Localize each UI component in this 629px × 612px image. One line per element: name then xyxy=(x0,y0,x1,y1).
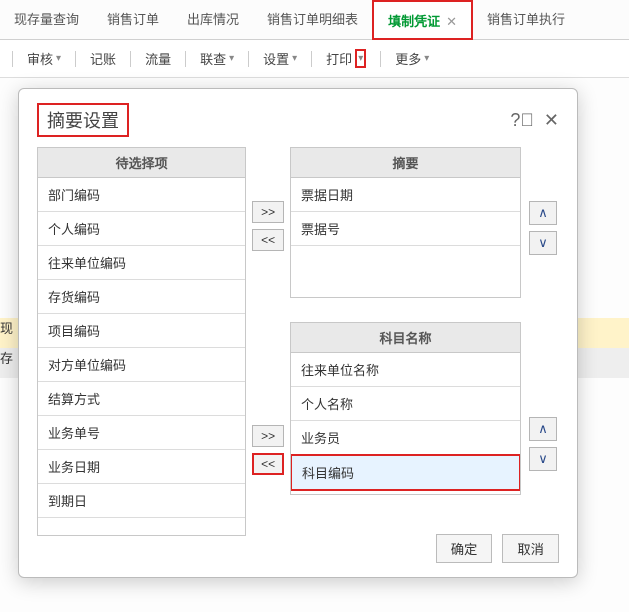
divider xyxy=(75,51,76,67)
candidates-column: 待选择项 部门编码 个人编码 往来单位编码 存货编码 项目编码 对方单位编码 结… xyxy=(37,147,246,536)
tool-link[interactable]: 联查▾ xyxy=(190,40,244,77)
tab-voucher[interactable]: 填制凭证✕ xyxy=(372,0,473,40)
list-item[interactable]: 到期日 xyxy=(38,484,245,518)
move-up-button[interactable]: ∧ xyxy=(529,201,557,225)
reorder-buttons: ∧ ∨ ∧ ∨ xyxy=(529,147,559,495)
summary-settings-dialog: 摘要设置 ?⃝ ✕ 待选择项 部门编码 个人编码 往来单位编码 存货编码 项目编… xyxy=(18,88,578,578)
list-item[interactable]: 项目编码 xyxy=(38,314,245,348)
toolbar: 审核▾ 记账 流量 联查▾ 设置▾ 打印▾ 更多▾ xyxy=(0,40,629,78)
ok-button[interactable]: 确定 xyxy=(436,534,493,563)
summary-list: 票据日期 票据号 xyxy=(290,178,521,298)
tool-flow[interactable]: 流量 xyxy=(135,40,181,77)
tab-outbound[interactable]: 出库情况 xyxy=(173,0,253,40)
tab-stock-query[interactable]: 现存量查询 xyxy=(0,0,93,40)
tool-more[interactable]: 更多▾ xyxy=(385,40,439,77)
add-to-summary-button[interactable]: >> xyxy=(252,201,284,223)
list-item[interactable]: 票据号 xyxy=(291,212,520,246)
close-icon[interactable]: ✕ xyxy=(544,110,559,131)
move-down-button[interactable]: ∨ xyxy=(529,447,557,471)
divider xyxy=(185,51,186,67)
divider xyxy=(12,51,13,67)
list-item[interactable]: 个人名称 xyxy=(291,387,520,421)
dialog-title: 摘要设置 xyxy=(37,103,129,137)
list-item-selected[interactable]: 科目编码 xyxy=(290,454,521,491)
list-item[interactable]: 业务单号 xyxy=(38,416,245,450)
list-item[interactable]: 往来单位名称 xyxy=(291,353,520,387)
cancel-button[interactable]: 取消 xyxy=(502,534,559,563)
list-item[interactable]: 存货编码 xyxy=(38,280,245,314)
move-up-button[interactable]: ∧ xyxy=(529,417,557,441)
divider xyxy=(248,51,249,67)
tab-sales-order[interactable]: 销售订单 xyxy=(93,0,173,40)
right-column: 摘要 票据日期 票据号 科目名称 往来单位名称 个人名称 业务员 科目编码 xyxy=(290,147,559,536)
chevron-down-icon: ▾ xyxy=(56,53,61,64)
tool-audit[interactable]: 审核▾ xyxy=(17,40,71,77)
summary-header: 摘要 xyxy=(290,147,521,178)
divider xyxy=(380,51,381,67)
chevron-down-icon[interactable]: ▾ xyxy=(355,49,366,68)
tool-post[interactable]: 记账 xyxy=(80,40,126,77)
remove-from-summary-button[interactable]: << xyxy=(252,229,284,251)
list-item[interactable]: 对方单位编码 xyxy=(38,348,245,382)
tool-settings[interactable]: 设置▾ xyxy=(253,40,307,77)
subject-list[interactable]: 往来单位名称 个人名称 业务员 科目编码 xyxy=(290,353,521,495)
chevron-down-icon: ▾ xyxy=(424,53,429,64)
divider xyxy=(130,51,131,67)
move-down-button[interactable]: ∨ xyxy=(529,231,557,255)
list-item[interactable]: 业务日期 xyxy=(38,450,245,484)
list-item[interactable]: 业务员 xyxy=(291,421,520,455)
help-icon[interactable]: ?⃝ xyxy=(510,110,534,131)
remove-from-subject-button[interactable]: << xyxy=(252,453,284,475)
list-item[interactable]: 个人编码 xyxy=(38,212,245,246)
candidates-list: 部门编码 个人编码 往来单位编码 存货编码 项目编码 对方单位编码 结算方式 业… xyxy=(37,178,246,536)
top-tab-bar: 现存量查询 销售订单 出库情况 销售订单明细表 填制凭证✕ 销售订单执行 xyxy=(0,0,629,40)
list-item[interactable]: 票据日期 xyxy=(291,178,520,212)
candidates-header: 待选择项 xyxy=(37,147,246,178)
list-item[interactable]: 往来单位编码 xyxy=(38,246,245,280)
tab-sales-detail[interactable]: 销售订单明细表 xyxy=(253,0,372,40)
chevron-down-icon: ▾ xyxy=(292,53,297,64)
list-item[interactable]: 结算方式 xyxy=(38,382,245,416)
list-item[interactable]: 部门编码 xyxy=(38,178,245,212)
chevron-down-icon: ▾ xyxy=(229,53,234,64)
subject-header: 科目名称 xyxy=(290,322,521,353)
transfer-buttons-column: >> << >> << xyxy=(246,147,290,536)
add-to-subject-button[interactable]: >> xyxy=(252,425,284,447)
tab-sales-exec[interactable]: 销售订单执行 xyxy=(473,0,579,40)
divider xyxy=(311,51,312,67)
close-icon[interactable]: ✕ xyxy=(446,14,457,29)
tool-print[interactable]: 打印▾ xyxy=(316,40,376,77)
